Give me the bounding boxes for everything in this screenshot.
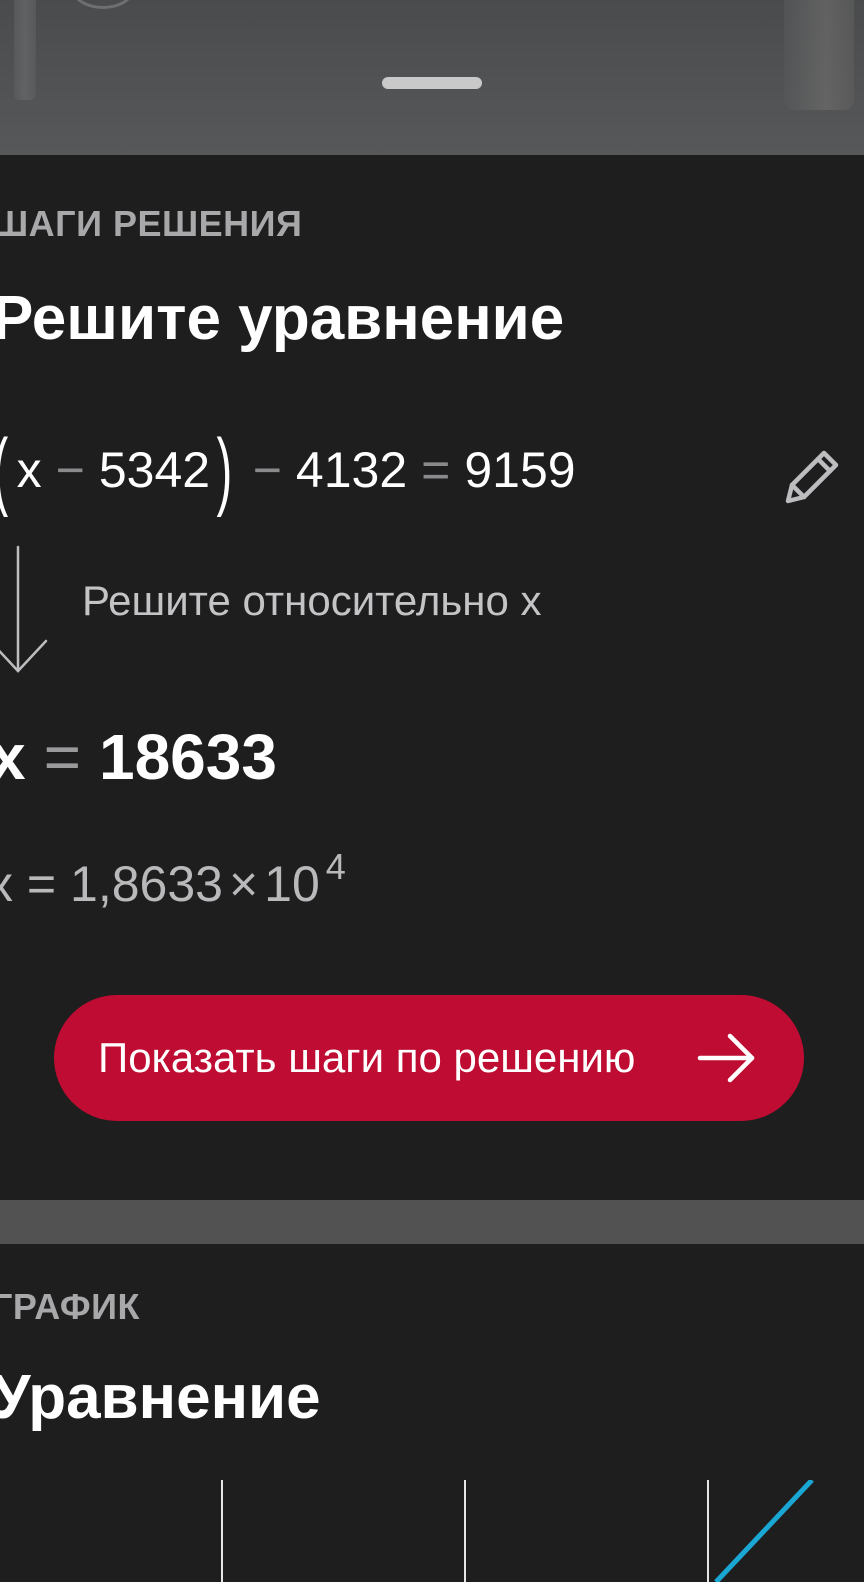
dimmed-background[interactable] <box>0 0 864 155</box>
arrow-down-icon <box>0 545 50 675</box>
equation-operator: − <box>252 442 282 498</box>
graph-line <box>714 1478 814 1582</box>
section-label: ГРАФИК <box>0 1286 140 1327</box>
arrow-right-icon <box>694 1025 760 1091</box>
equation-operator: − <box>55 442 85 498</box>
equation[interactable]: ( x − 5342 ) − 4132 = 9159 <box>0 425 576 515</box>
result-value: 18633 <box>98 721 277 793</box>
step-description: Решите относительно x <box>82 577 542 624</box>
equation-paren-close: ) <box>216 422 233 518</box>
equation-paren-open: ( <box>0 427 8 513</box>
background-ornament <box>14 0 36 100</box>
background-ornament <box>72 0 134 9</box>
result-equals: = <box>43 721 81 793</box>
sci-variable: x <box>0 856 13 912</box>
scientific-notation: x = 1,8633 × 10 4 <box>0 846 346 913</box>
equation-operator: = <box>421 442 451 498</box>
sci-exponent: 4 <box>325 846 346 887</box>
sci-times: × <box>228 856 259 912</box>
equation-number: 5342 <box>98 442 211 498</box>
equation-number: 9159 <box>464 442 576 498</box>
card-title: Уравнение <box>0 1363 321 1432</box>
equation-number: 4132 <box>295 442 408 498</box>
equation-variable: x <box>16 442 42 498</box>
sci-equals: = <box>26 856 57 912</box>
screen: ШАГИ РЕШЕНИЯ Решите уравнение ( x − 5342… <box>0 0 864 1582</box>
sheet-drag-handle[interactable] <box>382 77 482 89</box>
result-variable: x <box>0 721 26 793</box>
graph-card: ГРАФИК Уравнение <box>0 1244 864 1582</box>
graph-plot[interactable] <box>0 1478 864 1582</box>
show-steps-button[interactable]: Показать шаги по решению <box>54 995 804 1121</box>
section-label: ШАГИ РЕШЕНИЯ <box>0 203 303 244</box>
result: x = 18633 <box>0 720 277 794</box>
background-ornament <box>784 0 854 110</box>
solution-steps-card: ШАГИ РЕШЕНИЯ Решите уравнение ( x − 5342… <box>0 155 864 1200</box>
show-steps-label: Показать шаги по решению <box>98 1034 636 1081</box>
card-title: Решите уравнение <box>0 284 565 353</box>
sci-base: 10 <box>264 856 320 912</box>
sci-mantissa: 1,8633 <box>70 856 223 912</box>
card-separator <box>0 1200 864 1244</box>
edit-pencil-icon[interactable] <box>780 445 844 509</box>
